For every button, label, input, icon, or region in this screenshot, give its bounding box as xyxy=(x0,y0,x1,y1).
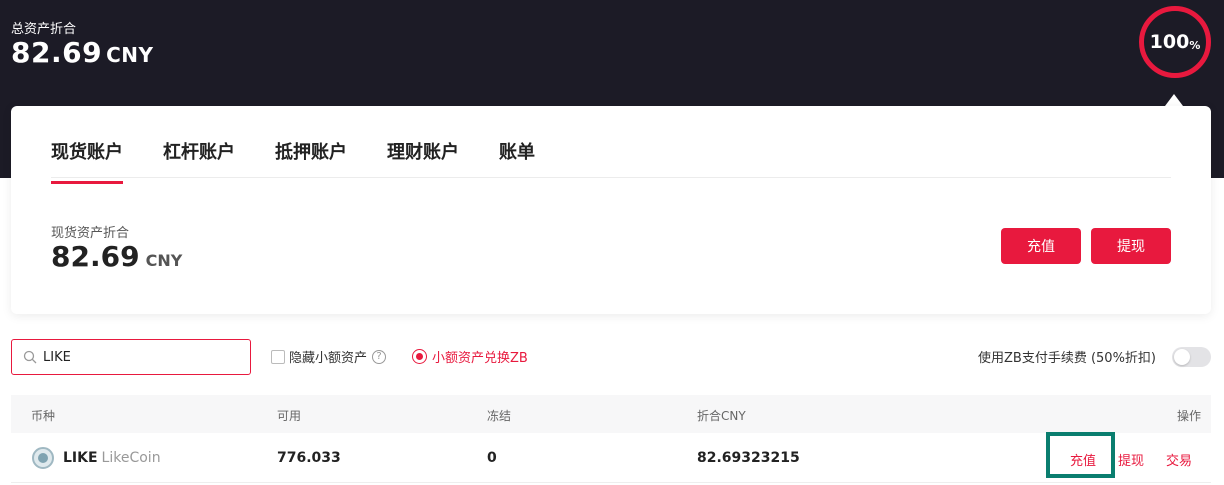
total-assets-unit: CNY xyxy=(106,43,154,67)
table-header: 币种 可用 冻结 折合CNY 操作 xyxy=(11,395,1211,433)
available-cell: 776.033 xyxy=(277,450,341,466)
search-input[interactable] xyxy=(43,349,243,365)
row-trade-link[interactable]: 交易 xyxy=(1166,450,1192,469)
spot-assets-number: 82.69 xyxy=(51,240,140,273)
spot-assets-unit: CNY xyxy=(145,251,183,270)
spot-assets-label: 现货资产折合 xyxy=(51,226,130,241)
total-assets-number: 82.69 xyxy=(11,36,103,69)
col-coin: 币种 xyxy=(31,409,56,423)
ratio-unit: % xyxy=(1189,38,1201,52)
spot-assets-value: 82.69 CNY xyxy=(51,240,182,273)
total-assets-label: 总资产折合 xyxy=(11,22,77,37)
search-icon xyxy=(23,350,37,364)
card-pointer xyxy=(1165,94,1183,106)
hide-small-checkbox[interactable] xyxy=(271,349,285,364)
coin-cell: LIKE LikeCoin xyxy=(63,450,161,466)
highlight-box xyxy=(1046,432,1115,478)
tab-margin[interactable]: 杠杆账户 xyxy=(163,138,235,164)
row-withdraw-link[interactable]: 提现 xyxy=(1118,450,1144,469)
withdraw-button[interactable]: 提现 xyxy=(1091,228,1171,264)
tab-spot[interactable]: 现货账户 xyxy=(51,138,123,184)
search-box[interactable] xyxy=(11,339,251,375)
fee-label: 使用ZB支付手续费 (50%折扣) xyxy=(978,351,1156,366)
col-cny: 折合CNY xyxy=(697,409,746,423)
hide-small-label: 隐藏小额资产 xyxy=(289,351,368,366)
hide-small-assets[interactable]: 隐藏小额资产 ? xyxy=(271,347,387,366)
account-card: 现货账户 杠杆账户 抵押账户 理财账户 账单 现货资产折合 82.69 CNY 充… xyxy=(11,106,1211,314)
col-frozen: 冻结 xyxy=(487,409,512,423)
convert-small-assets-link[interactable]: 小额资产兑换ZB xyxy=(412,347,528,366)
col-available: 可用 xyxy=(277,409,302,423)
convert-icon xyxy=(412,349,427,364)
toggle-knob xyxy=(1174,349,1190,365)
frozen-cell: 0 xyxy=(487,450,497,466)
likecoin-icon xyxy=(32,447,54,469)
account-tabs: 现货账户 杠杆账户 抵押账户 理财账户 账单 xyxy=(51,106,1171,184)
col-actions: 操作 xyxy=(1177,409,1202,423)
table-row: LIKE LikeCoin 776.033 0 82.69323215 充值 提现… xyxy=(11,433,1211,483)
ratio-value: 100 xyxy=(1149,31,1190,53)
coin-symbol: LIKE xyxy=(63,450,98,466)
total-assets-value: 82.69 CNY xyxy=(11,36,153,69)
ratio-ring: 100% xyxy=(1139,6,1211,78)
tab-finance[interactable]: 理财账户 xyxy=(387,138,459,164)
cny-cell: 82.69323215 xyxy=(697,450,800,466)
coin-name: LikeCoin xyxy=(101,450,161,466)
tab-bill[interactable]: 账单 xyxy=(499,138,535,164)
convert-label: 小额资产兑换ZB xyxy=(432,351,528,366)
help-icon[interactable]: ? xyxy=(372,349,387,364)
fee-toggle[interactable] xyxy=(1172,347,1211,367)
deposit-button[interactable]: 充值 xyxy=(1001,228,1081,264)
tab-collateral[interactable]: 抵押账户 xyxy=(275,138,347,164)
